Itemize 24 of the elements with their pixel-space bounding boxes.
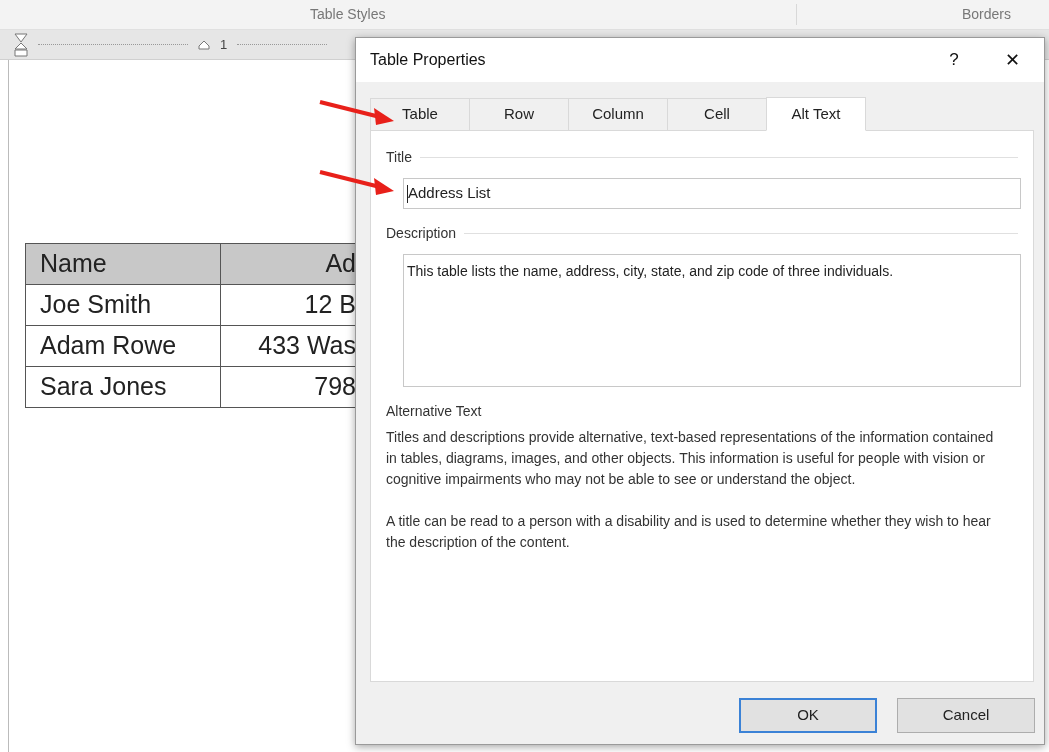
table-cell: Joe Smith (25, 284, 221, 326)
help-text: A title can be read to a person with a disability and is used to determine whether they wish to hear the description of the content. (386, 512, 992, 552)
dialog-title: Table Properties (370, 50, 487, 70)
table-cell: Name (25, 243, 221, 285)
field-label: Title (386, 148, 412, 167)
table-cell: 798 (220, 366, 357, 408)
table-cell: Ad (220, 243, 357, 285)
help-text: Titles and descriptions provide alternative, text-based representations of the information contained in tables, diagrams, images, and other objects. This information is useful for people with vision or cognitive impairments who may not be able to see or understand the object. (386, 428, 995, 489)
cancel-button[interactable]: Cancel (897, 698, 1035, 733)
section-heading: Alternative Text (386, 402, 483, 421)
table-cell: 12 B (220, 284, 357, 326)
field-label: Description (386, 224, 457, 243)
help-button[interactable]: ? (934, 47, 974, 73)
close-button[interactable]: ✕ (992, 46, 1032, 74)
ok-button[interactable]: OK (739, 698, 877, 733)
ribbon-group-label: Table Styles (310, 6, 386, 22)
ruler-number: 1 (220, 35, 228, 54)
table-cell: Adam Rowe (25, 325, 221, 367)
ribbon-group-label: Borders (962, 6, 1012, 22)
title-field[interactable]: Address List (403, 178, 1021, 209)
tab[interactable]: Alt Text (766, 97, 866, 131)
table-cell: 433 Was (220, 325, 357, 367)
description-field[interactable]: This table lists the name, address, city, state, and zip code of three individuals. (403, 254, 1021, 387)
table-cell: Sara Jones (25, 366, 221, 408)
